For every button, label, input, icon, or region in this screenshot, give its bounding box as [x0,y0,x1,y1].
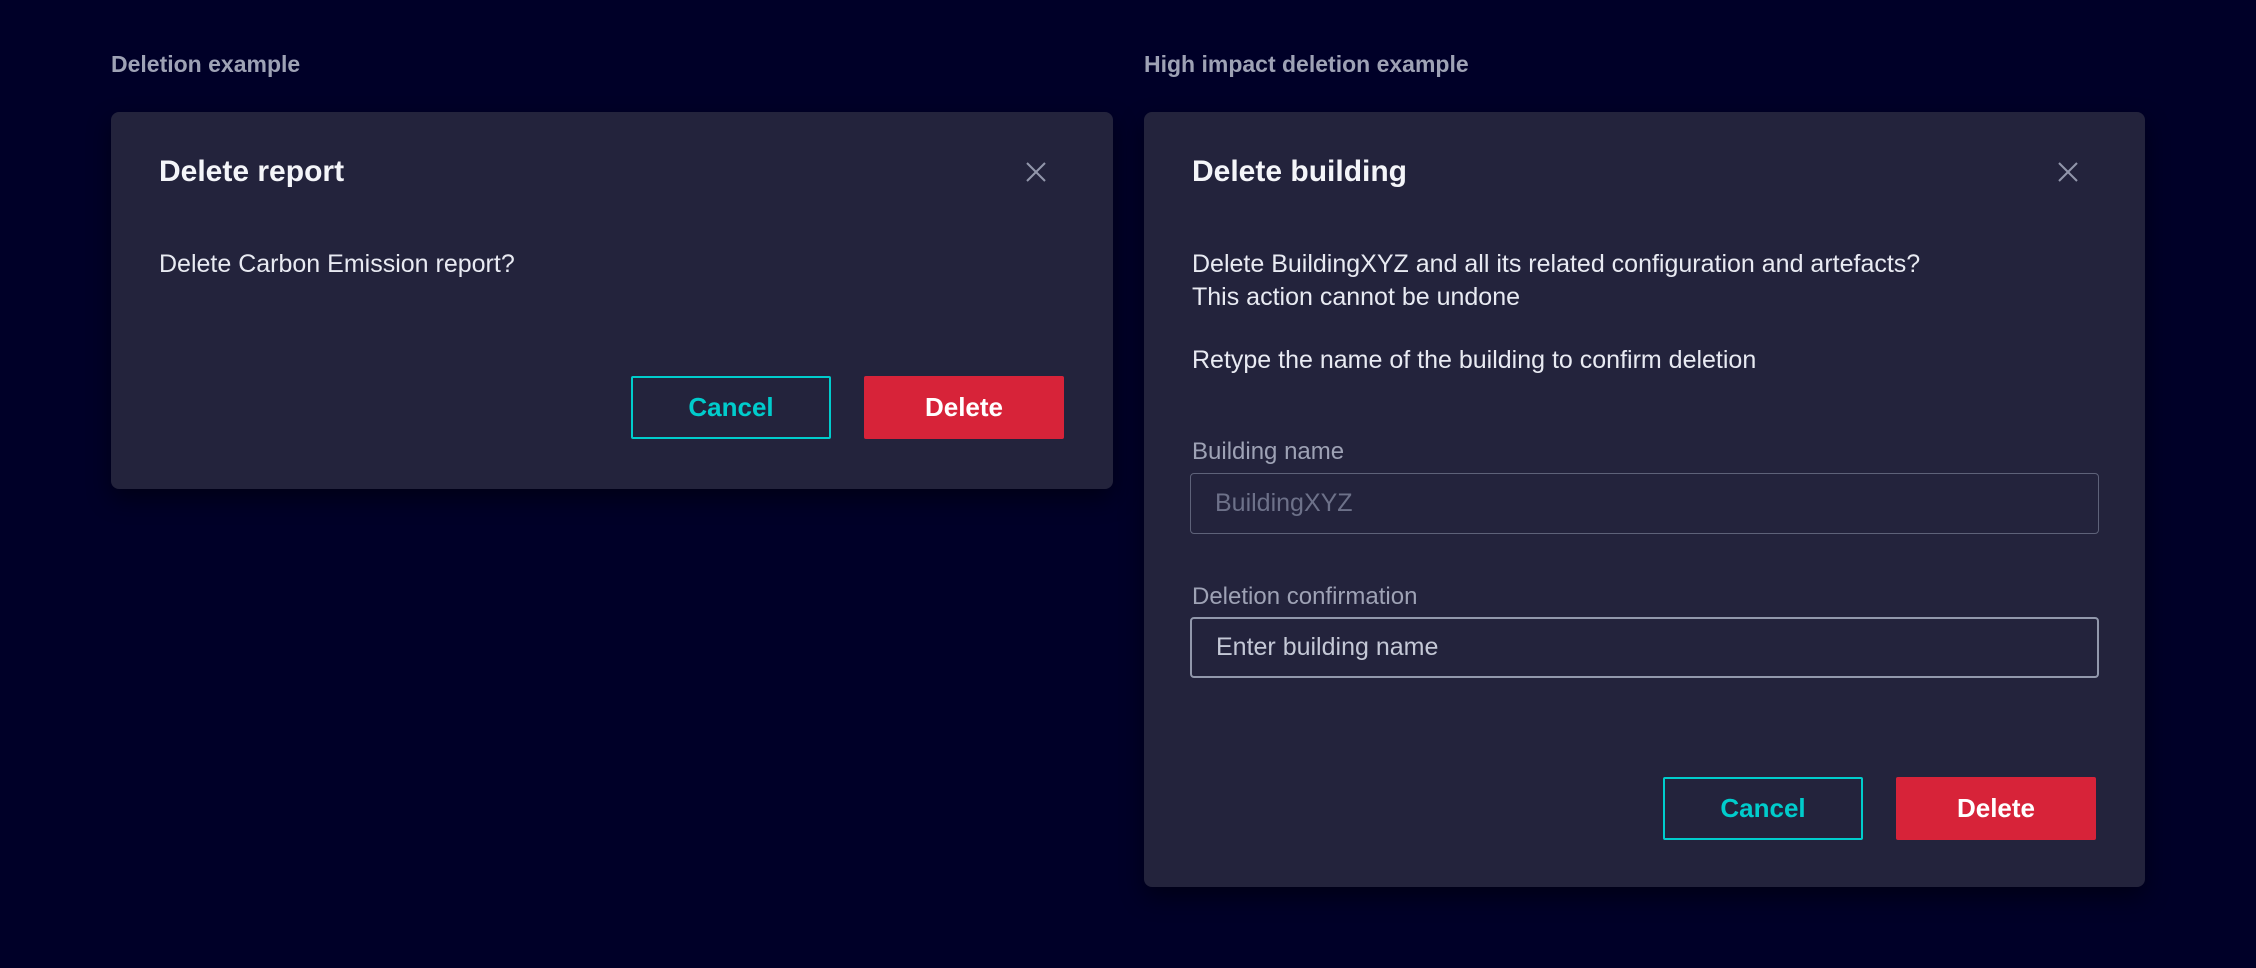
dialog-message: Delete Carbon Emission report? [159,248,515,281]
close-button[interactable] [1017,155,1055,189]
close-icon [2057,161,2079,183]
dialog-message-line1: Delete BuildingXYZ and all its related c… [1192,248,1920,281]
dialog-message: Delete BuildingXYZ and all its related c… [1192,248,1920,314]
delete-report-dialog: Delete report Delete Carbon Emission rep… [111,112,1113,489]
building-name-label: Building name [1192,438,1344,466]
deletion-confirmation-label: Deletion confirmation [1192,583,1417,611]
dialog-actions: Cancel Delete [631,376,1064,439]
delete-building-dialog: Delete building Delete BuildingXYZ and a… [1144,112,2145,887]
cancel-button[interactable]: Cancel [631,376,831,439]
delete-button[interactable]: Delete [1896,777,2096,840]
building-name-input[interactable] [1190,473,2099,534]
dialog-actions: Cancel Delete [1663,777,2096,840]
retype-instruction: Retype the name of the building to confi… [1192,344,1756,377]
close-button[interactable] [2049,155,2087,189]
deletion-confirmation-input[interactable] [1190,617,2099,678]
dialog-title: Delete report [159,155,344,189]
dialog-title: Delete building [1192,155,1407,189]
section-heading-high-impact: High impact deletion example [1144,49,2145,79]
high-impact-deletion-section: High impact deletion example Delete buil… [1144,49,2145,887]
section-heading-simple: Deletion example [111,49,1113,79]
delete-button[interactable]: Delete [864,376,1064,439]
dialog-message-line2: This action cannot be undone [1192,281,1920,314]
simple-deletion-section: Deletion example Delete report Delete Ca… [111,49,1113,489]
cancel-button[interactable]: Cancel [1663,777,1863,840]
close-icon [1025,161,1047,183]
